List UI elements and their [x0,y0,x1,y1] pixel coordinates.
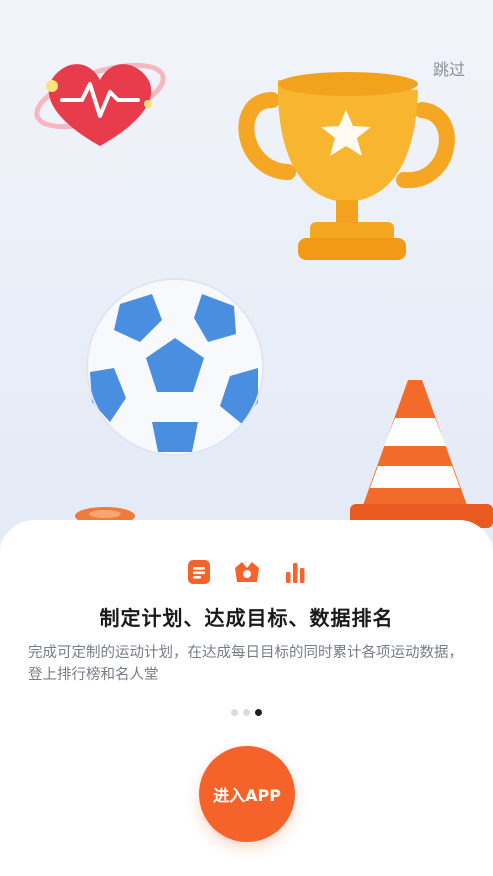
traffic-cone-illustration [350,380,493,540]
notepad-icon [185,558,213,586]
page-dot-active[interactable] [255,709,262,716]
page-indicator [0,709,493,716]
soccer-ball-illustration [80,272,270,462]
enter-app-button[interactable]: 进入APP [199,746,295,842]
page-dot[interactable] [243,709,250,716]
badge-icon [233,558,261,586]
bar-chart-icon [281,558,309,586]
onboarding-card: 制定计划、达成目标、数据排名 完成可定制的运动计划，在达成每日目标的同时累计各项… [0,520,493,876]
feature-icons-row [0,558,493,586]
page-dot[interactable] [231,709,238,716]
heart-pulse-illustration [30,48,170,158]
onboarding-description: 完成可定制的运动计划，在达成每日目标的同时累计各项运动数据，登上排行榜和名人堂 [28,645,463,683]
skip-button[interactable]: 跳过 [433,56,465,80]
illustration-area: 跳过 [0,0,493,540]
trophy-illustration [232,60,462,270]
onboarding-title: 制定计划、达成目标、数据排名 [99,606,394,630]
